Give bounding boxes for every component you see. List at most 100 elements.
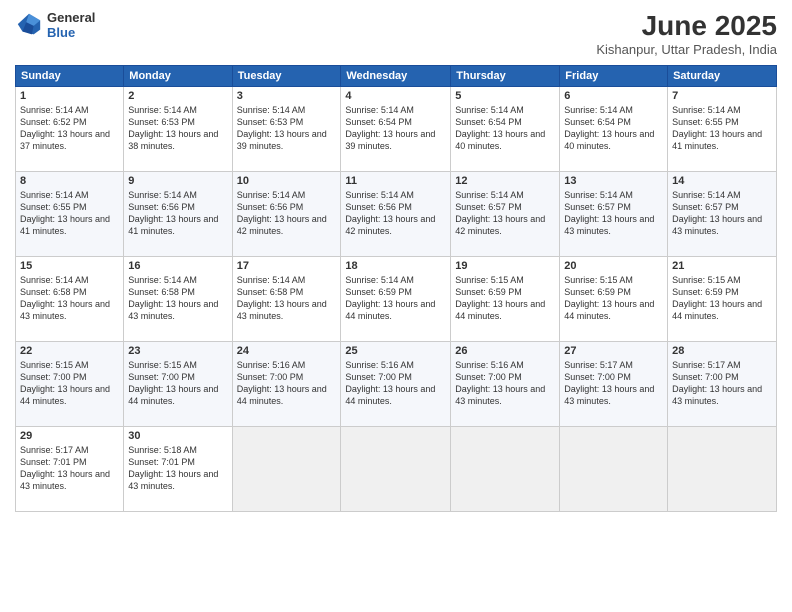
calendar-cell: 23 Sunrise: 5:15 AMSunset: 7:00 PMDayligh… bbox=[124, 342, 232, 427]
calendar-cell: 15 Sunrise: 5:14 AMSunset: 6:58 PMDayligh… bbox=[16, 257, 124, 342]
calendar-cell bbox=[668, 427, 777, 512]
calendar-cell: 18Sunrise: 5:14 AMSunset: 6:59 PMDayligh… bbox=[341, 257, 451, 342]
logo-text: General Blue bbox=[47, 10, 95, 40]
day-number: 28 bbox=[672, 345, 772, 357]
calendar-cell: 1 Sunrise: 5:14 AMSunset: 6:52 PMDaylight… bbox=[16, 87, 124, 172]
day-number: 2 bbox=[128, 90, 227, 102]
day-info: Sunrise: 5:14 AMSunset: 6:54 PMDaylight:… bbox=[564, 104, 663, 153]
day-number: 12 bbox=[455, 175, 555, 187]
day-info: Sunrise: 5:14 AMSunset: 6:55 PMDaylight:… bbox=[672, 104, 772, 153]
day-number: 15 bbox=[20, 260, 119, 272]
day-info: Sunrise: 5:15 AMSunset: 6:59 PMDaylight:… bbox=[672, 274, 772, 323]
day-info: Sunrise: 5:15 AMSunset: 7:00 PMDaylight:… bbox=[128, 359, 227, 408]
calendar-cell bbox=[451, 427, 560, 512]
day-info: Sunrise: 5:17 AMSunset: 7:01 PMDaylight:… bbox=[20, 444, 119, 493]
day-info: Sunrise: 5:14 AMSunset: 6:52 PMDaylight:… bbox=[20, 104, 119, 153]
header: General Blue June 2025 Kishanpur, Uttar … bbox=[15, 10, 777, 57]
day-number: 16 bbox=[128, 260, 227, 272]
day-info: Sunrise: 5:14 AMSunset: 6:56 PMDaylight:… bbox=[237, 189, 337, 238]
calendar-week-row: 22Sunrise: 5:15 AMSunset: 7:00 PMDayligh… bbox=[16, 342, 777, 427]
logo-blue-text: Blue bbox=[47, 25, 95, 40]
day-info: Sunrise: 5:14 AMSunset: 6:58 PMDaylight:… bbox=[20, 274, 119, 323]
calendar-cell: 7 Sunrise: 5:14 AMSunset: 6:55 PMDaylight… bbox=[668, 87, 777, 172]
calendar-cell: 25Sunrise: 5:16 AMSunset: 7:00 PMDayligh… bbox=[341, 342, 451, 427]
day-info: Sunrise: 5:17 AMSunset: 7:00 PMDaylight:… bbox=[564, 359, 663, 408]
calendar-cell: 26Sunrise: 5:16 AMSunset: 7:00 PMDayligh… bbox=[451, 342, 560, 427]
day-number: 5 bbox=[455, 90, 555, 102]
calendar-cell: 4 Sunrise: 5:14 AMSunset: 6:54 PMDaylight… bbox=[341, 87, 451, 172]
day-number: 24 bbox=[237, 345, 337, 357]
calendar-cell bbox=[341, 427, 451, 512]
col-header-monday: Monday bbox=[124, 66, 232, 87]
day-info: Sunrise: 5:14 AMSunset: 6:56 PMDaylight:… bbox=[345, 189, 446, 238]
calendar-cell bbox=[560, 427, 668, 512]
col-header-sunday: Sunday bbox=[16, 66, 124, 87]
calendar-cell: 30 Sunrise: 5:18 AMSunset: 7:01 PMDayligh… bbox=[124, 427, 232, 512]
day-number: 1 bbox=[20, 90, 119, 102]
calendar-cell: 13Sunrise: 5:14 AMSunset: 6:57 PMDayligh… bbox=[560, 172, 668, 257]
col-header-friday: Friday bbox=[560, 66, 668, 87]
calendar-cell: 11 Sunrise: 5:14 AMSunset: 6:56 PMDayligh… bbox=[341, 172, 451, 257]
day-info: Sunrise: 5:18 AMSunset: 7:01 PMDaylight:… bbox=[128, 444, 227, 493]
col-header-wednesday: Wednesday bbox=[341, 66, 451, 87]
calendar-week-row: 1 Sunrise: 5:14 AMSunset: 6:52 PMDaylight… bbox=[16, 87, 777, 172]
calendar-week-row: 29Sunrise: 5:17 AMSunset: 7:01 PMDayligh… bbox=[16, 427, 777, 512]
calendar-week-row: 15 Sunrise: 5:14 AMSunset: 6:58 PMDayligh… bbox=[16, 257, 777, 342]
day-number: 11 bbox=[345, 175, 446, 187]
day-number: 27 bbox=[564, 345, 663, 357]
calendar-week-row: 8Sunrise: 5:14 AMSunset: 6:55 PMDaylight… bbox=[16, 172, 777, 257]
calendar-cell: 9 Sunrise: 5:14 AMSunset: 6:56 PMDaylight… bbox=[124, 172, 232, 257]
day-number: 23 bbox=[128, 345, 227, 357]
day-number: 13 bbox=[564, 175, 663, 187]
logo: General Blue bbox=[15, 10, 95, 40]
day-number: 6 bbox=[564, 90, 663, 102]
day-info: Sunrise: 5:15 AMSunset: 7:00 PMDaylight:… bbox=[20, 359, 119, 408]
day-number: 4 bbox=[345, 90, 446, 102]
day-info: Sunrise: 5:15 AMSunset: 6:59 PMDaylight:… bbox=[564, 274, 663, 323]
day-number: 10 bbox=[237, 175, 337, 187]
calendar-cell: 27 Sunrise: 5:17 AMSunset: 7:00 PMDayligh… bbox=[560, 342, 668, 427]
day-info: Sunrise: 5:14 AMSunset: 6:58 PMDaylight:… bbox=[237, 274, 337, 323]
day-info: Sunrise: 5:14 AMSunset: 6:55 PMDaylight:… bbox=[20, 189, 119, 238]
logo-icon bbox=[15, 11, 43, 39]
day-info: Sunrise: 5:14 AMSunset: 6:54 PMDaylight:… bbox=[345, 104, 446, 153]
day-number: 9 bbox=[128, 175, 227, 187]
day-number: 26 bbox=[455, 345, 555, 357]
calendar-cell: 24 Sunrise: 5:16 AMSunset: 7:00 PMDayligh… bbox=[232, 342, 341, 427]
calendar-cell: 21 Sunrise: 5:15 AMSunset: 6:59 PMDayligh… bbox=[668, 257, 777, 342]
calendar-cell: 16 Sunrise: 5:14 AMSunset: 6:58 PMDayligh… bbox=[124, 257, 232, 342]
page: General Blue June 2025 Kishanpur, Uttar … bbox=[0, 0, 792, 612]
day-info: Sunrise: 5:14 AMSunset: 6:56 PMDaylight:… bbox=[128, 189, 227, 238]
calendar-cell: 5Sunrise: 5:14 AMSunset: 6:54 PMDaylight… bbox=[451, 87, 560, 172]
day-info: Sunrise: 5:15 AMSunset: 6:59 PMDaylight:… bbox=[455, 274, 555, 323]
calendar-cell: 28 Sunrise: 5:17 AMSunset: 7:00 PMDayligh… bbox=[668, 342, 777, 427]
col-header-thursday: Thursday bbox=[451, 66, 560, 87]
col-header-saturday: Saturday bbox=[668, 66, 777, 87]
calendar-header-row: SundayMondayTuesdayWednesdayThursdayFrid… bbox=[16, 66, 777, 87]
month-title: June 2025 bbox=[596, 10, 777, 42]
title-block: June 2025 Kishanpur, Uttar Pradesh, Indi… bbox=[596, 10, 777, 57]
col-header-tuesday: Tuesday bbox=[232, 66, 341, 87]
logo-general-text: General bbox=[47, 10, 95, 25]
day-number: 3 bbox=[237, 90, 337, 102]
day-info: Sunrise: 5:16 AMSunset: 7:00 PMDaylight:… bbox=[237, 359, 337, 408]
day-info: Sunrise: 5:17 AMSunset: 7:00 PMDaylight:… bbox=[672, 359, 772, 408]
day-number: 17 bbox=[237, 260, 337, 272]
day-number: 30 bbox=[128, 430, 227, 442]
calendar-cell bbox=[232, 427, 341, 512]
day-info: Sunrise: 5:16 AMSunset: 7:00 PMDaylight:… bbox=[345, 359, 446, 408]
day-number: 21 bbox=[672, 260, 772, 272]
day-info: Sunrise: 5:14 AMSunset: 6:58 PMDaylight:… bbox=[128, 274, 227, 323]
location: Kishanpur, Uttar Pradesh, India bbox=[596, 42, 777, 57]
calendar-table: SundayMondayTuesdayWednesdayThursdayFrid… bbox=[15, 65, 777, 512]
calendar-cell: 2Sunrise: 5:14 AMSunset: 6:53 PMDaylight… bbox=[124, 87, 232, 172]
day-number: 7 bbox=[672, 90, 772, 102]
calendar-cell: 19Sunrise: 5:15 AMSunset: 6:59 PMDayligh… bbox=[451, 257, 560, 342]
calendar-cell: 22Sunrise: 5:15 AMSunset: 7:00 PMDayligh… bbox=[16, 342, 124, 427]
calendar-cell: 8Sunrise: 5:14 AMSunset: 6:55 PMDaylight… bbox=[16, 172, 124, 257]
calendar-cell: 6 Sunrise: 5:14 AMSunset: 6:54 PMDaylight… bbox=[560, 87, 668, 172]
calendar-cell: 3 Sunrise: 5:14 AMSunset: 6:53 PMDaylight… bbox=[232, 87, 341, 172]
calendar-cell: 10 Sunrise: 5:14 AMSunset: 6:56 PMDayligh… bbox=[232, 172, 341, 257]
calendar-cell: 20Sunrise: 5:15 AMSunset: 6:59 PMDayligh… bbox=[560, 257, 668, 342]
day-info: Sunrise: 5:14 AMSunset: 6:53 PMDaylight:… bbox=[237, 104, 337, 153]
